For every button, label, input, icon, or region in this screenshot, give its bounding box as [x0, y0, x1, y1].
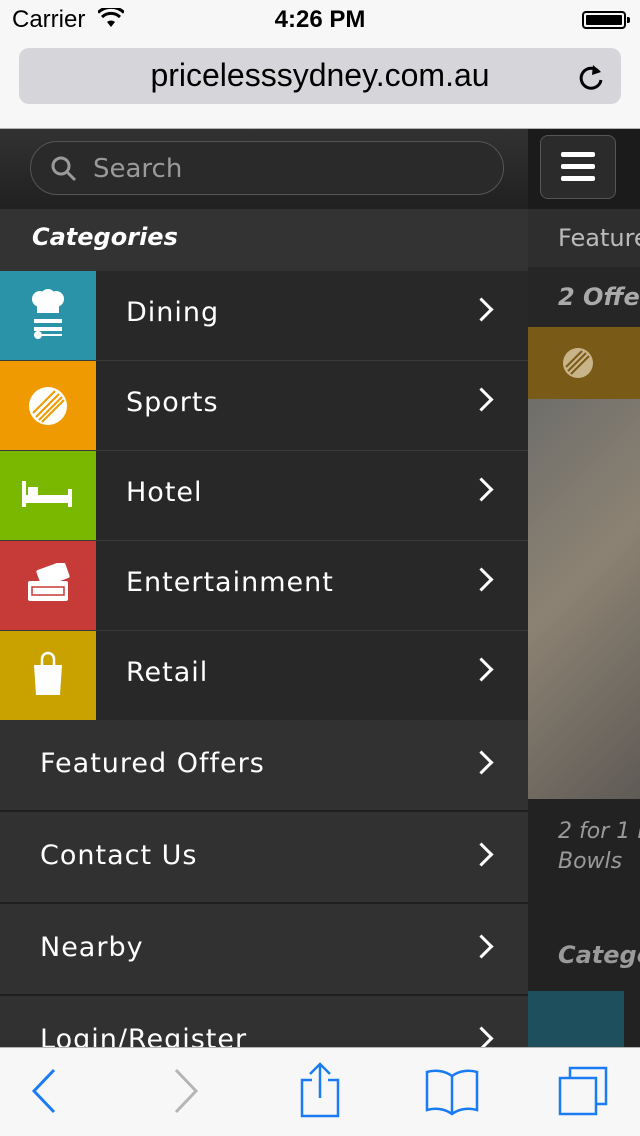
nav-label: Featured Offers [40, 748, 265, 779]
main-header [528, 129, 640, 209]
nav-label: Contact Us [40, 840, 198, 871]
status-bar: Carrier 4:26 PM [0, 0, 640, 40]
nav-label: Nearby [40, 932, 144, 963]
search-icon [51, 156, 77, 182]
category-label: Retail [126, 657, 209, 688]
chevron-right-icon [469, 842, 494, 867]
search-field[interactable] [30, 141, 504, 196]
category-label: Entertainment [126, 567, 334, 598]
shopping-bag-icon [34, 651, 62, 695]
cricket-ball-icon [563, 348, 593, 378]
category-dining[interactable]: Dining [0, 271, 528, 361]
offer-description-line-2: Bowls [558, 849, 623, 874]
hamburger-menu-button[interactable] [540, 135, 616, 199]
category-label: Dining [126, 297, 220, 328]
chevron-right-icon [469, 567, 494, 592]
category-label: Sports [126, 387, 219, 418]
cricket-ball-icon [29, 387, 67, 425]
nav-nearby[interactable]: Nearby [0, 904, 528, 996]
chevron-right-icon [469, 934, 494, 959]
address-bar[interactable]: pricelesssydney.com.au [19, 48, 621, 104]
chevron-right-icon [469, 750, 494, 775]
category-sports[interactable]: Sports [0, 361, 528, 451]
search-area [0, 129, 528, 209]
category-hotel[interactable]: Hotel [0, 451, 528, 541]
reload-icon[interactable] [577, 62, 605, 92]
browser-toolbar [0, 1047, 640, 1136]
chef-hat-icon [32, 289, 64, 339]
category-retail[interactable]: Retail [0, 631, 528, 721]
side-menu: Categories Dining Sports [0, 129, 528, 1047]
tabs-icon[interactable] [556, 1064, 610, 1118]
nav-login-register[interactable]: Login/Register [0, 996, 528, 1047]
entertainment-tile [0, 541, 96, 630]
dining-tile [0, 271, 96, 360]
nav-label: Login/Register [40, 1024, 248, 1047]
categories-heading: Categories [32, 223, 178, 251]
category-entertainment[interactable]: Entertainment [0, 541, 528, 631]
offer-description: 2 for 1 b Bowls [558, 817, 640, 877]
nav-featured-offers[interactable]: Featured Offers [0, 720, 528, 812]
bookmarks-icon[interactable] [424, 1066, 480, 1116]
featured-tab-label: Featured [528, 209, 640, 267]
chevron-right-icon [469, 1026, 494, 1047]
categories-header: Categories [0, 209, 528, 272]
retail-tile [0, 631, 96, 720]
browser-chrome: pricelesssydney.com.au [0, 40, 640, 129]
clock: 4:26 PM [274, 6, 366, 33]
offer-photo[interactable] [528, 399, 640, 799]
bed-icon [22, 481, 72, 507]
chevron-right-icon [469, 297, 494, 322]
category-label: Hotel [126, 477, 203, 508]
url-text[interactable]: pricelesssydney.com.au [19, 57, 621, 94]
nav-contact-us[interactable]: Contact Us [0, 812, 528, 904]
battery-icon [582, 11, 630, 29]
hotel-tile [0, 451, 96, 540]
offer-category-band [528, 327, 640, 399]
chevron-right-icon [469, 387, 494, 412]
chevron-right-icon [469, 477, 494, 502]
main-content-peek: Featured 2 Offers 2 for 1 b Bowls Catego… [528, 129, 640, 1047]
categories-heading-peek: Categories [558, 941, 640, 969]
chevron-right-icon [469, 657, 494, 682]
sports-tile [0, 361, 96, 450]
dining-tile-peek[interactable] [528, 991, 624, 1047]
back-icon[interactable] [30, 1066, 58, 1116]
ticket-icon [28, 563, 70, 601]
offers-count: 2 Offers [528, 267, 640, 327]
search-input[interactable] [91, 142, 495, 196]
offer-description-line-1: 2 for 1 b [558, 819, 640, 844]
forward-icon[interactable] [172, 1066, 200, 1116]
share-icon[interactable] [298, 1062, 342, 1118]
